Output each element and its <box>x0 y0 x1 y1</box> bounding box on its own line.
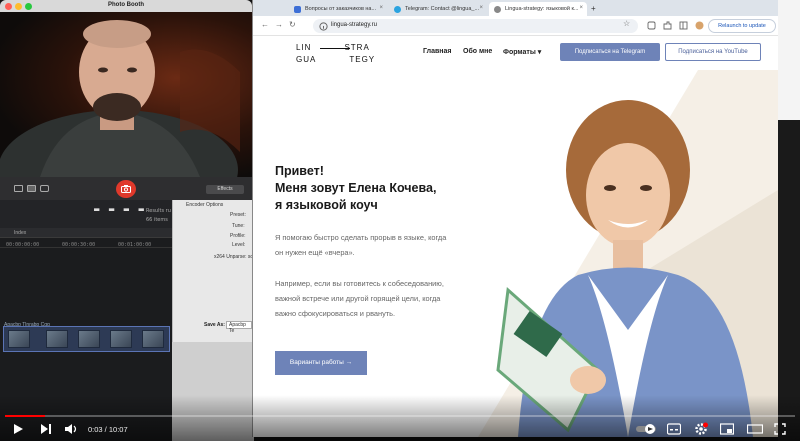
subscribe-youtube-button[interactable]: Подписаться на YouTube <box>665 43 761 61</box>
puzzle-icon[interactable] <box>663 21 672 30</box>
logo-divider <box>320 48 350 49</box>
close-tab-icon[interactable]: × <box>479 5 483 11</box>
next-icon[interactable] <box>40 423 52 435</box>
new-tab-button[interactable]: + <box>587 2 603 16</box>
hero-title-line: я языковой коуч <box>275 198 378 212</box>
hero-title-line: Меня зовут Елена Кочева, <box>275 181 437 195</box>
background-window-edge <box>778 0 800 120</box>
close-tab-icon[interactable]: × <box>579 5 583 11</box>
dialog-label: Encoder Options <box>186 202 224 208</box>
tab-label: Вопросы от заказчиков на... <box>305 6 377 12</box>
tab-telegram[interactable]: Telegram: Contact @lingua_... × <box>389 2 487 16</box>
settings-gear-icon[interactable] <box>694 422 708 436</box>
paragraph-line: Например, если вы готовитесь к собеседов… <box>275 279 444 288</box>
save-as-label: Save As: <box>204 322 225 328</box>
tab-label: Telegram: Contact @lingua_... <box>405 6 480 12</box>
grid-mode-icon[interactable] <box>14 185 23 192</box>
dialog-label: x264 Unparse: sc <box>214 254 253 260</box>
timeline-label: Index <box>14 230 27 236</box>
webcam-preview <box>0 12 252 177</box>
profile-avatar[interactable] <box>695 21 704 30</box>
sidebar-icon[interactable] <box>679 21 688 30</box>
clip-thumbnail <box>142 330 164 348</box>
tab-lingua-strategy[interactable]: Lingua-strategy: языковой к... × <box>489 2 587 16</box>
camera-icon <box>121 185 131 193</box>
editor-meta-results: Results ru <box>146 208 171 214</box>
timecode: 00:00:30:00 <box>62 242 96 248</box>
photo-booth-window: Photo Booth Effects <box>0 0 252 200</box>
clip-thumbnail <box>8 330 30 348</box>
progress-bar[interactable] <box>5 415 795 417</box>
dialog-label: Preset: <box>230 212 246 218</box>
paragraph-line: важной встрече или другой горящей цели, … <box>275 294 441 303</box>
editor-meta-items: 66 items <box>146 217 168 223</box>
play-icon[interactable] <box>12 423 24 435</box>
site-logo[interactable]: LIN STRA GUA TEGY <box>296 42 375 66</box>
time-display: 0:03 / 10:07 <box>88 425 128 434</box>
site-favicon-icon <box>494 6 501 13</box>
logo-text: TEGY <box>349 55 376 64</box>
progress-played <box>5 415 45 417</box>
hero-title-line: Привет! <box>275 164 324 178</box>
relaunch-button[interactable]: Relaunch to update <box>708 19 776 33</box>
tab-questions[interactable]: Вопросы от заказчиков на... × <box>289 2 387 16</box>
dialog-label: Profile: <box>230 233 246 239</box>
hero-paragraph-1: Я помогаю быстро сделать прорыв в языке,… <box>275 230 490 260</box>
volume-icon[interactable] <box>64 423 78 435</box>
nav-formats[interactable]: Форматы ▾ <box>503 48 541 56</box>
work-options-button[interactable]: Варианты работы → <box>275 351 367 375</box>
paragraph-line: он нужен ещё «вчера». <box>275 248 355 257</box>
fullscreen-icon[interactable] <box>774 423 786 435</box>
screen: ▬ ▬ ▬ ▬ Results ru 66 items Index 00:00:… <box>0 0 800 441</box>
tab-label: Lingua-strategy: языковой к... <box>505 6 579 12</box>
film-strip-icon: ▬ ▬ ▬ ▬ <box>94 205 146 215</box>
extension-icon[interactable] <box>647 21 656 30</box>
telegram-favicon-icon <box>394 6 401 13</box>
logo-text: LIN <box>296 43 312 52</box>
forward-icon[interactable]: → <box>275 20 283 29</box>
dialog-label: Tune: <box>232 223 245 229</box>
clip-thumbnail <box>78 330 100 348</box>
close-tab-icon[interactable]: × <box>379 5 383 11</box>
person-silhouette <box>0 20 240 177</box>
save-as-field[interactable]: Apacbp Te <box>226 321 252 334</box>
nav-about[interactable]: Обо мне <box>463 48 492 55</box>
theater-mode-icon[interactable] <box>747 423 763 435</box>
single-photo-mode-icon[interactable] <box>27 185 36 192</box>
autoplay-toggle[interactable] <box>636 424 656 434</box>
timecode: 00:01:00:00 <box>118 242 152 248</box>
back-icon[interactable]: ← <box>261 20 269 29</box>
url-text: lingua-strategy.ru <box>331 22 377 28</box>
paragraph-line: важно сфокусироваться и рвануть. <box>275 309 396 318</box>
nav-home[interactable]: Главная <box>423 48 451 55</box>
clip-thumbnail <box>46 330 68 348</box>
shutter-button[interactable] <box>116 180 136 198</box>
subtitles-icon[interactable] <box>667 423 681 435</box>
docs-favicon-icon <box>294 6 301 13</box>
bookmark-star-icon[interactable]: ☆ <box>623 19 630 28</box>
hero-paragraph-2: Например, если вы готовитесь к собеседов… <box>275 276 490 321</box>
subscribe-telegram-button[interactable]: Подписаться на Telegram <box>560 43 660 61</box>
hero-photo <box>478 70 778 437</box>
window-title: Photo Booth <box>108 2 144 8</box>
clip-thumbnail <box>110 330 132 348</box>
miniplayer-icon[interactable] <box>720 423 734 435</box>
hero-title: Привет! Меня зовут Елена Кочева, я языко… <box>275 163 436 214</box>
timecode: 00:00:00:00 <box>6 242 40 248</box>
paragraph-line: Я помогаю быстро сделать прорыв в языке,… <box>275 233 447 242</box>
site-info-icon[interactable] <box>319 22 328 31</box>
dialog-label: Level: <box>232 242 246 248</box>
reload-icon[interactable]: ↻ <box>289 20 296 29</box>
video-mode-icon[interactable] <box>40 185 49 192</box>
logo-text: GUA <box>296 55 317 64</box>
effects-button[interactable]: Effects <box>206 185 244 194</box>
